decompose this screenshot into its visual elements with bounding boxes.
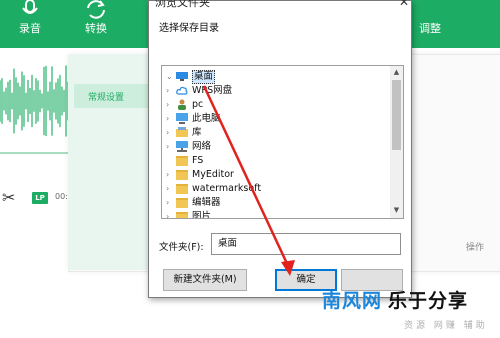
user-icon: [178, 99, 186, 110]
dialog-title: 浏览文件夹: [155, 0, 210, 9]
dialog-prompt: 选择保存目录: [159, 23, 219, 34]
convert-label: 转换: [85, 22, 107, 35]
tree-item-pictures[interactable]: › 图片: [162, 210, 388, 219]
watermark-brand-part1: 南风网: [322, 290, 383, 312]
tree-item-label: watermarksoft: [192, 183, 262, 194]
chevron-right-icon[interactable]: ›: [166, 196, 169, 210]
scissors-icon[interactable]: ✂: [2, 188, 15, 207]
chevron-right-icon[interactable]: ›: [166, 98, 169, 112]
desktop-icon: [176, 72, 188, 81]
watermark-subtitle: 资源 网赚 辅助: [404, 321, 488, 331]
tree-item-label: 图片: [192, 211, 212, 219]
chevron-right-icon[interactable]: ›: [166, 210, 169, 218]
record-label: 录音: [19, 22, 41, 35]
tree-scrollbar[interactable]: ▲ ▼: [390, 66, 403, 218]
tree-item-pc[interactable]: › pc: [162, 98, 388, 112]
network-icon: [176, 141, 188, 152]
tree-item-label: pc: [192, 99, 204, 110]
tree-item-label: FS: [192, 155, 204, 166]
microphone-icon: [22, 0, 38, 14]
tree-item-label: MyEditor: [192, 169, 234, 180]
adjust-label: 调整: [419, 22, 441, 35]
chevron-right-icon[interactable]: ›: [166, 112, 169, 126]
tree-item-fs[interactable]: FS: [162, 154, 388, 168]
tree-item-label: 桌面: [192, 70, 216, 84]
lp-badge[interactable]: LP: [32, 192, 48, 204]
chevron-down-icon[interactable]: ⌄: [166, 70, 173, 84]
close-icon[interactable]: ✕: [399, 0, 409, 9]
scroll-down-icon[interactable]: ▼: [390, 204, 403, 216]
cloud-icon: [176, 86, 188, 95]
tree-item-editor[interactable]: › 编辑器: [162, 196, 388, 210]
new-folder-button[interactable]: 新建文件夹(M): [163, 269, 247, 291]
folder-icon: [176, 212, 188, 218]
tree-item-desktop[interactable]: ⌄ 桌面: [162, 70, 388, 84]
folder-icon: [176, 156, 188, 166]
tab-general-settings-label: 常规设置: [88, 93, 125, 103]
tree-item-label: 库: [192, 127, 202, 138]
folder-icon: [176, 170, 188, 180]
folder-icon: [176, 198, 188, 208]
tree-item-library[interactable]: › 库: [162, 126, 388, 140]
chevron-right-icon[interactable]: ›: [166, 182, 169, 196]
folder-tree[interactable]: ⌄ 桌面 › WPS网盘 › pc › 此电脑 › 库 › 网络 FS › My…: [161, 65, 404, 219]
refresh-icon: [87, 0, 105, 19]
chevron-right-icon[interactable]: ›: [166, 126, 169, 140]
convert-button[interactable]: 转换: [76, 0, 116, 48]
tree-item-this-pc[interactable]: › 此电脑: [162, 112, 388, 126]
folder-icon: [176, 184, 188, 194]
folder-label: 文件夹(F):: [159, 242, 204, 253]
chevron-right-icon[interactable]: ›: [166, 140, 169, 154]
adjust-button[interactable]: 调整: [412, 0, 448, 48]
watermark-brand: 南风网 乐于分享: [322, 286, 468, 313]
tree-item-watermarksoft[interactable]: › watermarksoft: [162, 182, 388, 196]
tree-item-myeditor[interactable]: › MyEditor: [162, 168, 388, 182]
scroll-up-icon[interactable]: ▲: [390, 66, 403, 78]
operations-label: 操作: [466, 243, 485, 253]
tree-item-label: 网络: [192, 141, 212, 152]
record-button[interactable]: 录音: [10, 0, 50, 48]
watermark-brand-part2: 乐于分享: [388, 290, 469, 312]
scrollbar-thumb[interactable]: [392, 80, 401, 150]
chevron-right-icon[interactable]: ›: [166, 168, 169, 182]
library-icon: [176, 127, 188, 137]
computer-icon: [176, 113, 188, 124]
tree-item-network[interactable]: › 网络: [162, 140, 388, 154]
chevron-right-icon[interactable]: ›: [166, 84, 169, 98]
tree-item-label: 此电脑: [192, 113, 221, 124]
folder-name-input[interactable]: 桌面: [211, 233, 401, 255]
tree-item-label: WPS网盘: [192, 85, 233, 96]
browse-folder-dialog: 浏览文件夹 ✕ 选择保存目录 ⌄ 桌面 › WPS网盘 › pc › 此电脑 ›…: [148, 0, 412, 298]
tree-item-wps-cloud[interactable]: › WPS网盘: [162, 84, 388, 98]
tree-item-label: 编辑器: [192, 197, 221, 208]
